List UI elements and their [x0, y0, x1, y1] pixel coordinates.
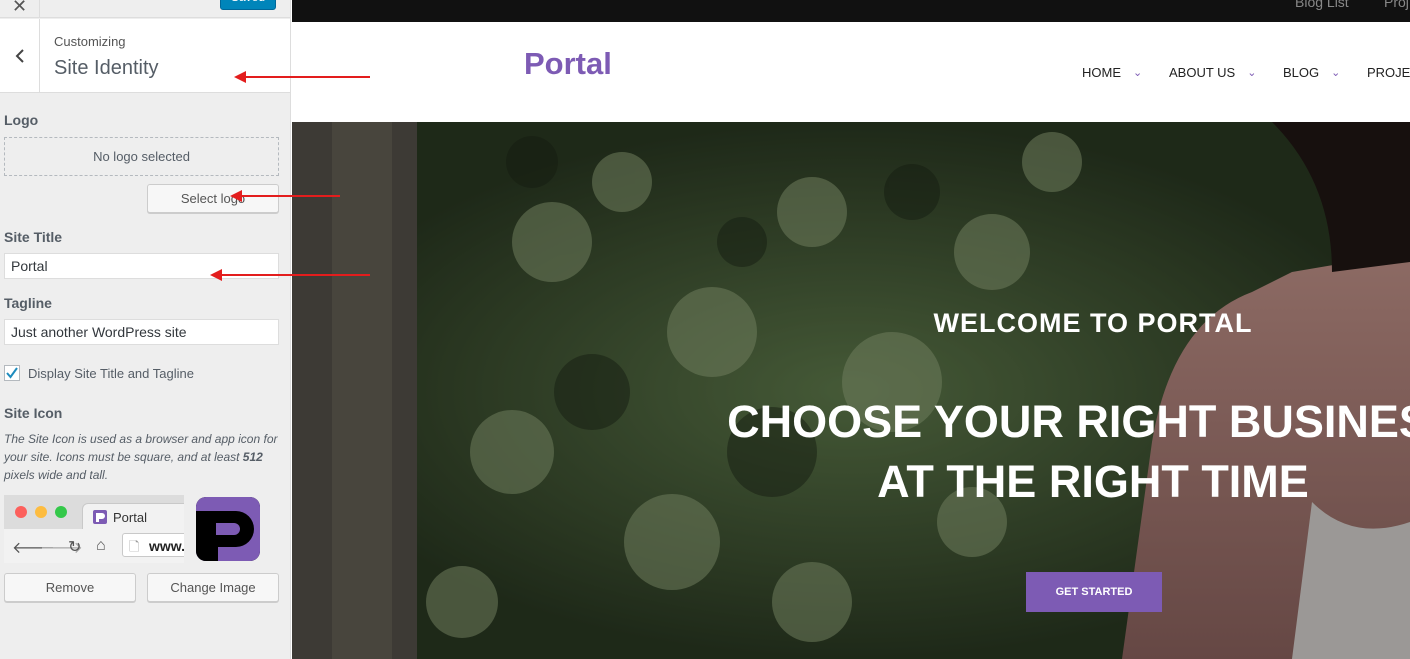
back-button[interactable]: [0, 19, 40, 93]
nav-label: HOME: [1082, 65, 1121, 80]
checkbox-label: Display Site Title and Tagline: [28, 365, 194, 381]
chevron-left-icon: [15, 49, 24, 63]
browser-url-bar: 🗋 www.: [122, 533, 184, 557]
annotation-arrow: [230, 190, 340, 202]
chevron-down-icon: ⌄: [1331, 67, 1341, 79]
hero-section: WELCOME TO PORTAL CHOOSE YOUR RIGHT BUSI…: [292, 122, 1410, 659]
annotation-arrow: [234, 71, 370, 83]
hero-welcome: WELCOME TO PORTAL: [933, 308, 1253, 338]
site-icon-label: Site Icon: [4, 405, 63, 421]
annotation-arrow: [210, 269, 370, 281]
home-icon: ⌂: [96, 537, 106, 554]
browser-toolbar: 🡐 🡒 ↻ ⌂ 🗋 www.: [4, 529, 184, 563]
hero-headline-line-1: CHOOSE YOUR RIGHT BUSINESS: [727, 396, 1410, 447]
hero-background-image: [292, 122, 1410, 659]
hero-headline-line-2: AT THE RIGHT TIME: [877, 456, 1309, 507]
checkmark-icon: [6, 367, 18, 379]
maximize-dot-icon: [55, 506, 67, 518]
change-image-button[interactable]: Change Image: [147, 573, 279, 602]
site-icon-image[interactable]: [196, 497, 260, 561]
favicon-icon: [93, 510, 107, 524]
chevron-down-icon: ⌄: [1247, 67, 1257, 79]
minimize-dot-icon: [35, 506, 47, 518]
page-icon: 🗋: [129, 539, 140, 554]
customizer-header: ✕ Saved: [0, 0, 290, 18]
browser-tab-label: Portal: [113, 510, 147, 525]
site-brand[interactable]: Portal: [524, 46, 612, 82]
get-started-button[interactable]: GET STARTED: [1026, 572, 1162, 612]
site-header: Portal HOME ⌄ ABOUT US ⌄ BLOG ⌄ PROJEC: [292, 22, 1410, 122]
portal-logo-icon: [196, 497, 260, 561]
remove-button[interactable]: Remove: [4, 573, 136, 602]
nav-label: PROJEC: [1367, 65, 1410, 80]
reload-icon: ↻: [68, 539, 82, 556]
select-logo-button[interactable]: Select logo: [147, 184, 279, 213]
site-icon-description: The Site Icon is used as a browser and a…: [4, 432, 278, 482]
logo-label: Logo: [4, 112, 39, 128]
nav-item-home[interactable]: HOME ⌄: [1082, 65, 1142, 80]
close-icon[interactable]: ✕: [0, 0, 40, 18]
display-title-tagline-toggle[interactable]: Display Site Title and Tagline: [4, 365, 194, 381]
browser-tab: Portal: [82, 503, 184, 529]
nav-label: BLOG: [1283, 65, 1320, 80]
section-header: Customizing Site Identity: [0, 19, 290, 93]
tagline-label: Tagline: [4, 295, 52, 311]
close-dot-icon: [15, 506, 27, 518]
site-title-label: Site Title: [4, 229, 63, 245]
top-bar: Blog List Proj: [292, 0, 1410, 22]
checkbox[interactable]: [4, 365, 20, 381]
nav-item-blog[interactable]: BLOG ⌄: [1283, 65, 1340, 80]
top-link-blog-list[interactable]: Blog List: [1295, 0, 1349, 10]
section-title: Site Identity: [54, 57, 159, 79]
nav-item-projects[interactable]: PROJEC: [1367, 65, 1410, 80]
nav-label: ABOUT US: [1169, 65, 1236, 80]
browser-preview: Portal 🡐 🡒 ↻ ⌂ 🗋 www.: [4, 495, 184, 563]
top-link-projects[interactable]: Proj: [1384, 0, 1409, 10]
nav-item-about[interactable]: ABOUT US ⌄: [1169, 65, 1256, 80]
chevron-down-icon: ⌄: [1133, 67, 1143, 79]
tagline-field[interactable]: Just another WordPress site: [4, 319, 279, 345]
site-preview: Blog List Proj Portal HOME ⌄ ABOUT US ⌄ BL…: [292, 0, 1410, 659]
save-button[interactable]: Saved: [220, 0, 276, 10]
breadcrumb: Customizing: [54, 34, 126, 49]
customizer-sidebar: ✕ Saved Customizing Site Identity Logo N…: [0, 0, 291, 659]
logo-placeholder[interactable]: No logo selected: [4, 137, 279, 176]
browser-url: www.: [149, 538, 184, 554]
